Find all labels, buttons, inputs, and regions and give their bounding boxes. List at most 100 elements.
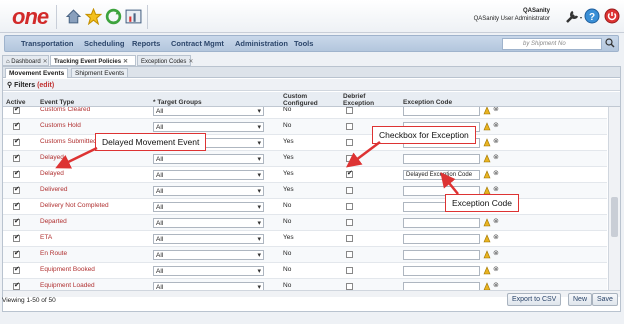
- clear-icon[interactable]: ⊗: [493, 185, 499, 193]
- table-row[interactable]: Equipment Booked All No ⊗: [3, 263, 607, 279]
- save-button[interactable]: Save: [592, 293, 618, 306]
- event-type-link[interactable]: Customs Cleared: [40, 107, 90, 113]
- vertical-scrollbar[interactable]: [608, 107, 620, 290]
- table-row[interactable]: Delayed All Yes Delayed Exception Code ⊗: [3, 167, 607, 183]
- column-header-debrief-exception[interactable]: Debrief Exception: [343, 93, 383, 107]
- debrief-exception-checkbox[interactable]: [346, 123, 353, 130]
- table-row[interactable]: Departed All No ⊗: [3, 215, 607, 231]
- lookup-icon[interactable]: [483, 170, 491, 179]
- debrief-exception-checkbox[interactable]: [346, 251, 353, 258]
- debrief-exception-checkbox[interactable]: [346, 169, 353, 178]
- exception-code-input[interactable]: [403, 234, 480, 244]
- debrief-exception-checkbox[interactable]: [346, 219, 353, 226]
- active-checkbox[interactable]: [13, 153, 20, 162]
- nav-item-tools[interactable]: Tools: [294, 39, 313, 48]
- target-groups-select[interactable]: All: [153, 186, 264, 196]
- active-checkbox[interactable]: [13, 137, 20, 146]
- event-type-link[interactable]: ETA: [40, 234, 52, 241]
- close-icon[interactable]: ✕: [188, 59, 193, 65]
- table-row[interactable]: Customs SubmittedAllYes⊗: [3, 135, 607, 151]
- help-icon[interactable]: ?: [584, 8, 600, 24]
- nav-item-reports[interactable]: Reports: [132, 39, 160, 48]
- clear-icon[interactable]: ⊗: [493, 217, 499, 225]
- clear-icon[interactable]: ⊗: [493, 265, 499, 273]
- logo[interactable]: one: [12, 4, 49, 30]
- debrief-exception-checkbox[interactable]: [346, 187, 353, 194]
- event-type-link[interactable]: Departed: [40, 218, 67, 225]
- debrief-exception-checkbox[interactable]: [346, 203, 353, 210]
- tab-dashboard[interactable]: ⌂ Dashboard ✕: [2, 55, 49, 66]
- clear-icon[interactable]: ⊗: [493, 249, 499, 257]
- event-type-link[interactable]: Equipment Loaded: [40, 282, 95, 289]
- target-groups-select[interactable]: All: [153, 282, 264, 290]
- lookup-icon[interactable]: [483, 122, 491, 131]
- search-icon[interactable]: [605, 38, 615, 48]
- clear-icon[interactable]: ⊗: [493, 107, 499, 113]
- target-groups-select[interactable]: All: [153, 122, 264, 132]
- table-row[interactable]: Customs Cleared All No ⊗: [3, 107, 607, 119]
- active-checkbox[interactable]: [13, 169, 20, 178]
- clear-icon[interactable]: ⊗: [493, 233, 499, 241]
- event-type-link[interactable]: Delayed: [40, 154, 64, 161]
- column-header-event-type[interactable]: Event Type: [40, 99, 74, 106]
- column-header-exception-code[interactable]: Exception Code: [403, 99, 452, 106]
- refresh-icon[interactable]: [105, 8, 122, 25]
- debrief-exception-checkbox[interactable]: [346, 267, 353, 274]
- nav-item-transportation[interactable]: Transportation: [21, 39, 74, 48]
- power-icon[interactable]: [604, 8, 620, 24]
- lookup-icon[interactable]: [483, 218, 491, 227]
- home-icon[interactable]: [65, 8, 82, 25]
- tools-icon[interactable]: [565, 8, 583, 24]
- active-checkbox[interactable]: [13, 121, 20, 130]
- exception-code-input[interactable]: [403, 218, 480, 228]
- clear-icon[interactable]: ⊗: [493, 153, 499, 161]
- target-groups-select[interactable]: All: [153, 154, 264, 164]
- table-row[interactable]: En Route All No ⊗: [3, 247, 607, 263]
- exception-code-input[interactable]: [403, 250, 480, 260]
- lookup-icon[interactable]: [483, 107, 491, 115]
- exception-code-input[interactable]: [403, 266, 480, 276]
- shipment-search-input[interactable]: by Shipment No: [502, 38, 602, 50]
- active-checkbox[interactable]: [13, 201, 20, 210]
- lookup-icon[interactable]: [483, 250, 491, 259]
- target-groups-select[interactable]: All: [153, 250, 264, 260]
- event-type-link[interactable]: Delivery Not Completed: [40, 202, 109, 209]
- target-groups-select[interactable]: All: [153, 202, 264, 212]
- column-header-target-groups[interactable]: * Target Groups: [153, 99, 202, 106]
- debrief-exception-checkbox[interactable]: [346, 283, 353, 290]
- close-icon[interactable]: ✕: [123, 59, 128, 65]
- exception-code-input[interactable]: [403, 107, 480, 116]
- target-groups-select[interactable]: All: [153, 170, 264, 180]
- event-type-link[interactable]: Delivered: [40, 186, 67, 193]
- target-groups-select[interactable]: All: [153, 107, 264, 116]
- subtab-movement-events[interactable]: Movement Events: [5, 68, 69, 78]
- close-icon[interactable]: ✕: [43, 59, 48, 65]
- table-row[interactable]: Equipment Loaded All No ⊗: [3, 279, 607, 290]
- active-checkbox[interactable]: [13, 281, 20, 290]
- exception-code-input[interactable]: [403, 154, 480, 164]
- tab-tracking-event-policies[interactable]: Tracking Event Policies ✕: [50, 55, 136, 66]
- scrollbar-thumb[interactable]: [611, 197, 618, 237]
- target-groups-select[interactable]: All: [153, 266, 264, 276]
- star-icon[interactable]: [85, 8, 102, 25]
- debrief-exception-checkbox[interactable]: [346, 235, 353, 242]
- clear-icon[interactable]: ⊗: [493, 169, 499, 177]
- exception-code-input[interactable]: Delayed Exception Code: [403, 170, 480, 180]
- target-groups-select[interactable]: All: [153, 218, 264, 228]
- clear-icon[interactable]: ⊗: [493, 281, 499, 289]
- event-type-link[interactable]: Delayed: [40, 170, 64, 177]
- subtab-shipment-events[interactable]: Shipment Events: [71, 68, 129, 78]
- clear-icon[interactable]: ⊗: [493, 137, 499, 145]
- active-checkbox[interactable]: [13, 107, 20, 114]
- debrief-exception-checkbox[interactable]: [346, 107, 353, 114]
- table-row[interactable]: Customs Hold All No ⊗: [3, 119, 607, 135]
- lookup-icon[interactable]: [483, 234, 491, 243]
- lookup-icon[interactable]: [483, 154, 491, 163]
- active-checkbox[interactable]: [13, 249, 20, 258]
- lookup-icon[interactable]: [483, 266, 491, 275]
- nav-item-administration[interactable]: Administration: [235, 39, 288, 48]
- lookup-icon[interactable]: [483, 138, 491, 147]
- active-checkbox[interactable]: [13, 217, 20, 226]
- reports-icon[interactable]: [125, 8, 142, 25]
- nav-item-scheduling[interactable]: Scheduling: [84, 39, 124, 48]
